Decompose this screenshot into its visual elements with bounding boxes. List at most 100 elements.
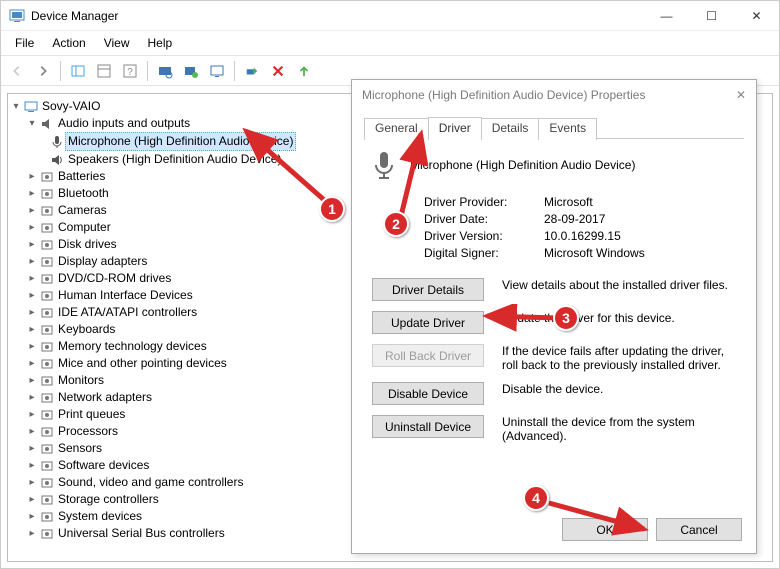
scan-hardware-button[interactable] xyxy=(153,60,177,82)
category-icon xyxy=(39,305,55,321)
driver-details-button[interactable]: Driver Details xyxy=(372,278,484,301)
expander-icon[interactable]: ▸ xyxy=(26,219,38,236)
svg-text:?: ? xyxy=(127,67,133,78)
expander-icon[interactable]: ▾ xyxy=(10,98,22,115)
category-icon xyxy=(39,339,55,355)
tree-category-label: Storage controllers xyxy=(58,491,159,508)
category-icon xyxy=(39,237,55,253)
category-icon xyxy=(39,475,55,491)
uninstall-device-desc: Uninstall the device from the system (Ad… xyxy=(502,415,740,443)
tree-category-label: Human Interface Devices xyxy=(58,287,193,304)
category-icon xyxy=(39,526,55,542)
tab-general[interactable]: General xyxy=(364,118,429,140)
expander-icon[interactable]: ▸ xyxy=(26,372,38,389)
expander-icon[interactable]: ▸ xyxy=(26,355,38,372)
back-button[interactable] xyxy=(5,60,29,82)
expander-icon[interactable]: ▸ xyxy=(26,304,38,321)
tree-category-label: Display adapters xyxy=(58,253,147,270)
expander-icon[interactable]: ▸ xyxy=(26,338,38,355)
category-icon xyxy=(39,203,55,219)
category-icon xyxy=(39,441,55,457)
tab-events[interactable]: Events xyxy=(538,118,597,140)
properties-button[interactable] xyxy=(92,60,116,82)
tree-root-label: Sovy-VAIO xyxy=(42,98,100,115)
menu-view[interactable]: View xyxy=(96,33,138,53)
forward-button[interactable] xyxy=(31,60,55,82)
menu-file[interactable]: File xyxy=(7,33,42,53)
show-hide-tree-button[interactable] xyxy=(66,60,90,82)
category-icon xyxy=(39,390,55,406)
category-icon xyxy=(39,407,55,423)
expander-icon[interactable]: ▸ xyxy=(26,185,38,202)
expander-icon[interactable]: ▸ xyxy=(26,406,38,423)
ok-button[interactable]: OK xyxy=(562,518,648,541)
tree-category-label: Keyboards xyxy=(58,321,115,338)
close-button[interactable]: ✕ xyxy=(734,1,779,31)
add-legacy-button[interactable] xyxy=(179,60,203,82)
tab-driver[interactable]: Driver xyxy=(428,117,482,139)
tree-category-label: Computer xyxy=(58,219,111,236)
minimize-button[interactable]: — xyxy=(644,1,689,31)
tree-category-label: IDE ATA/ATAPI controllers xyxy=(58,304,197,321)
uninstall-device-button[interactable]: Uninstall Device xyxy=(372,415,484,438)
category-icon xyxy=(39,458,55,474)
update-driver-button[interactable] xyxy=(292,60,316,82)
category-icon xyxy=(39,220,55,236)
tree-category-label: Monitors xyxy=(58,372,104,389)
expander-icon[interactable]: ▸ xyxy=(26,389,38,406)
annotation-callout-2: 2 xyxy=(383,211,409,237)
expander-icon[interactable]: ▸ xyxy=(26,525,38,542)
expander-icon[interactable]: ▸ xyxy=(26,168,38,185)
annotation-callout-1: 1 xyxy=(319,196,345,222)
dialog-close-button[interactable]: ✕ xyxy=(736,88,746,102)
uninstall-device-button[interactable] xyxy=(266,60,290,82)
category-icon xyxy=(39,288,55,304)
category-icon xyxy=(39,322,55,338)
signer-label: Digital Signer: xyxy=(424,246,544,260)
roll-back-driver-desc: If the device fails after updating the d… xyxy=(502,344,740,372)
cancel-button[interactable]: Cancel xyxy=(656,518,742,541)
tree-category-label: Sound, video and game controllers xyxy=(58,474,243,491)
expander-icon[interactable]: ▸ xyxy=(26,321,38,338)
disable-device-button[interactable]: Disable Device xyxy=(372,382,484,405)
expander-icon[interactable]: ▸ xyxy=(26,423,38,440)
dialog-title: Microphone (High Definition Audio Device… xyxy=(362,88,736,102)
enable-device-button[interactable] xyxy=(240,60,264,82)
expander-icon[interactable]: ▾ xyxy=(26,115,38,132)
provider-label: Driver Provider: xyxy=(424,195,544,209)
menu-action[interactable]: Action xyxy=(44,33,93,53)
monitor-button[interactable] xyxy=(205,60,229,82)
expander-icon[interactable]: ▸ xyxy=(26,457,38,474)
expander-icon[interactable]: ▸ xyxy=(26,474,38,491)
microphone-icon xyxy=(49,134,65,150)
maximize-button[interactable]: ☐ xyxy=(689,1,734,31)
date-label: Driver Date: xyxy=(424,212,544,226)
tree-category-label: Cameras xyxy=(58,202,107,219)
computer-icon xyxy=(23,99,39,115)
menu-help[interactable]: Help xyxy=(140,33,181,53)
expander-icon[interactable]: ▸ xyxy=(26,287,38,304)
category-icon xyxy=(39,492,55,508)
tree-category-label: Audio inputs and outputs xyxy=(58,115,190,132)
expander-icon[interactable]: ▸ xyxy=(26,236,38,253)
tree-category-label: Disk drives xyxy=(58,236,117,253)
titlebar: Device Manager — ☐ ✕ xyxy=(1,1,779,31)
update-driver-button[interactable]: Update Driver xyxy=(372,311,484,334)
expander-icon[interactable]: ▸ xyxy=(26,270,38,287)
tree-device-label: Speakers (High Definition Audio Device) xyxy=(68,151,281,168)
expander-icon[interactable]: ▸ xyxy=(26,253,38,270)
category-icon xyxy=(39,169,55,185)
tab-strip: General Driver Details Events xyxy=(364,116,744,139)
expander-icon[interactable]: ▸ xyxy=(26,440,38,457)
expander-icon[interactable]: ▸ xyxy=(26,202,38,219)
expander-icon[interactable]: ▸ xyxy=(26,491,38,508)
expander-icon[interactable]: ▸ xyxy=(26,508,38,525)
tree-category-label: Processors xyxy=(58,423,118,440)
dialog-titlebar: Microphone (High Definition Audio Device… xyxy=(352,80,756,110)
tree-category-label: System devices xyxy=(58,508,142,525)
category-icon xyxy=(39,373,55,389)
tree-device-label: Microphone (High Definition Audio Device… xyxy=(65,132,296,151)
help-button[interactable]: ? xyxy=(118,60,142,82)
device-name: Microphone (High Definition Audio Device… xyxy=(410,158,635,172)
tab-details[interactable]: Details xyxy=(481,118,540,140)
